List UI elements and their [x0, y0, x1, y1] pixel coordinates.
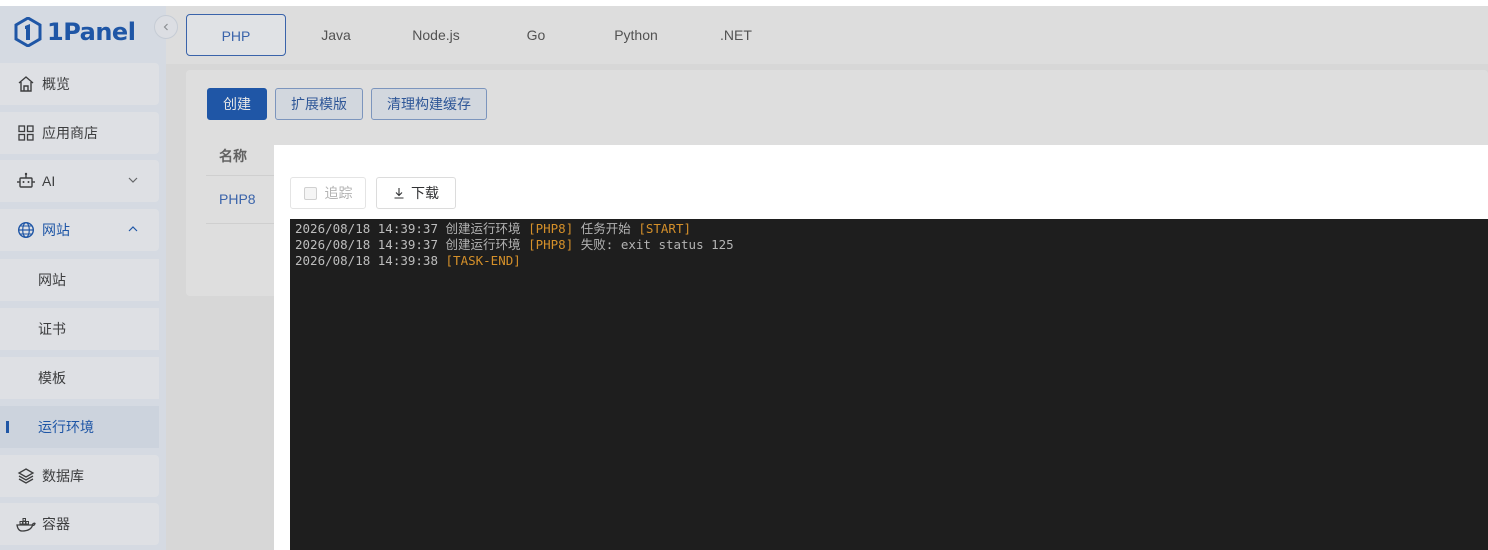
- globe-icon: [16, 220, 36, 240]
- sidebar-item-label: 概览: [42, 76, 70, 92]
- tab-python[interactable]: Python: [586, 14, 686, 56]
- robot-icon: [16, 171, 36, 191]
- task-log-dialog: 追踪 下载 2026/08/18 14:39:37 创建运行环境 [PHP8] …: [274, 145, 1488, 550]
- download-label: 下载: [411, 185, 439, 201]
- tab-go[interactable]: Go: [486, 14, 586, 56]
- runtime-tabs-bar: PHP Java Node.js Go Python .NET: [166, 6, 1488, 64]
- sidebar-item-website[interactable]: 网站: [0, 209, 159, 251]
- follow-checkbox[interactable]: [303, 186, 317, 200]
- download-icon: [393, 187, 405, 199]
- sidebar-subitem-template[interactable]: 模板: [0, 357, 159, 399]
- sidebar-subitem-label: 模板: [38, 370, 66, 386]
- sidebar-item-database[interactable]: 数据库: [0, 455, 159, 497]
- chevron-left-icon: [163, 23, 168, 31]
- sidebar-item-overview[interactable]: 概览: [0, 63, 159, 105]
- sidebar-subitem-label: 运行环境: [38, 419, 94, 435]
- clear-build-cache-button[interactable]: 清理构建缓存: [371, 88, 487, 120]
- log-line: 2026/08/18 14:39:37 创建运行环境 [PHP8] 失败: ex…: [295, 237, 734, 252]
- sidebar-subitem-runtime[interactable]: 运行环境: [0, 406, 159, 448]
- sidebar-item-label: 数据库: [42, 468, 84, 484]
- sidebar-collapse-button[interactable]: [154, 15, 178, 39]
- sidebar-item-label: 容器: [42, 516, 70, 532]
- sidebar-item-label: 应用商店: [42, 125, 98, 141]
- sidebar-item-app-store[interactable]: 应用商店: [0, 112, 159, 154]
- chevron-down-icon: [128, 177, 138, 183]
- apps-grid-icon: [16, 123, 36, 143]
- log-line: 2026/08/18 14:39:37 创建运行环境 [PHP8] 任务开始 […: [295, 221, 691, 236]
- tab-php[interactable]: PHP: [186, 14, 286, 56]
- table-row-divider: [206, 223, 274, 224]
- sidebar-item-label: AI: [42, 173, 56, 189]
- runtime-tabs: PHP Java Node.js Go Python .NET: [186, 14, 786, 56]
- sidebar-subitem-certificate[interactable]: 证书: [0, 308, 159, 350]
- chevron-up-icon: [128, 226, 138, 232]
- create-button[interactable]: 创建: [207, 88, 267, 120]
- log-line: 2026/08/18 14:39:38 [TASK-END]: [295, 253, 521, 268]
- layers-icon: [16, 466, 36, 486]
- log-console[interactable]: 2026/08/18 14:39:37 创建运行环境 [PHP8] 任务开始 […: [290, 219, 1488, 550]
- sidebar-item-container[interactable]: 容器: [0, 503, 159, 545]
- sidebar-item-label: 网站: [42, 222, 70, 238]
- tab-java[interactable]: Java: [286, 14, 386, 56]
- sidebar-subitem-label: 网站: [38, 272, 66, 288]
- follow-log-toggle[interactable]: 追踪: [290, 177, 366, 209]
- table-header-divider: [206, 175, 274, 176]
- table-header-name: 名称: [219, 148, 247, 164]
- 1panel-logo-icon: [14, 17, 42, 47]
- download-log-button[interactable]: 下载: [376, 177, 456, 209]
- tab-nodejs[interactable]: Node.js: [386, 14, 486, 56]
- app-logo[interactable]: 1Panel: [14, 14, 136, 50]
- docker-icon: [16, 514, 36, 534]
- follow-label: 追踪: [324, 185, 353, 201]
- sidebar-subitem-website[interactable]: 网站: [0, 259, 159, 301]
- table-row-name-link[interactable]: PHP8: [219, 191, 256, 207]
- app-logo-text: 1Panel: [47, 18, 136, 46]
- tab-dotnet[interactable]: .NET: [686, 14, 786, 56]
- extension-template-button[interactable]: 扩展模版: [275, 88, 363, 120]
- home-icon: [16, 74, 36, 94]
- sidebar-subitem-label: 证书: [38, 321, 66, 337]
- sidebar-item-ai[interactable]: AI: [0, 160, 159, 202]
